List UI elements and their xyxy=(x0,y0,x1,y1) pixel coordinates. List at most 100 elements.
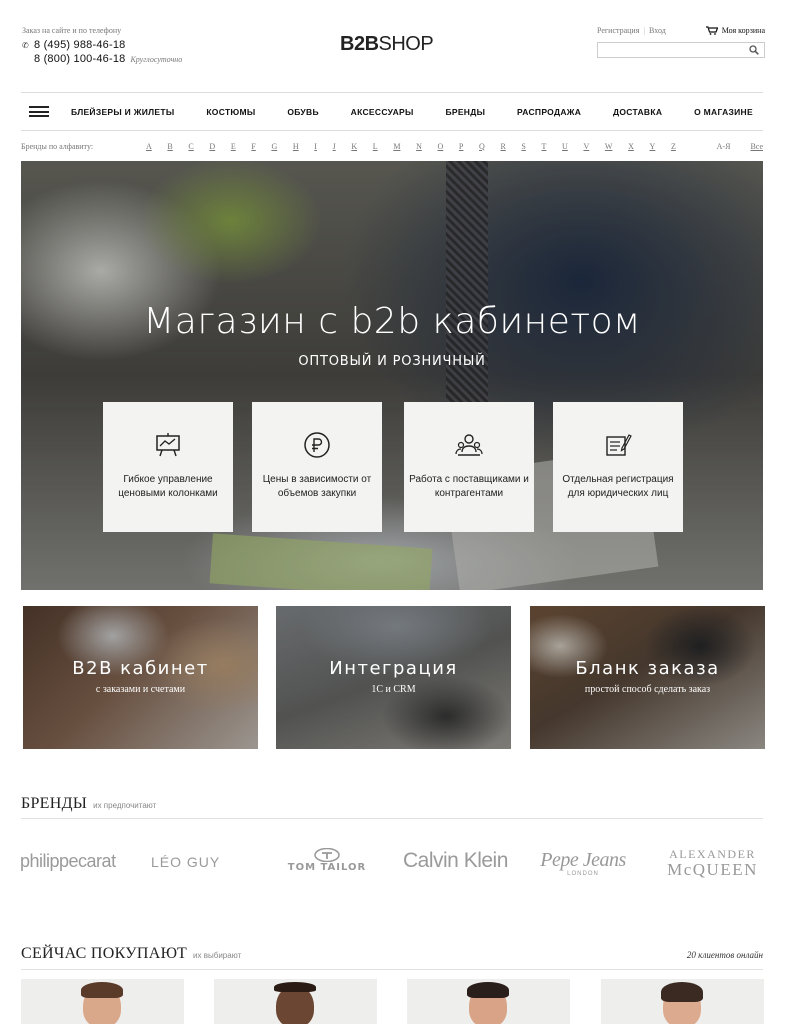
alphabet-letters: A B C D E F G H I J K L M N O P Q R S T U V W X Y Z xyxy=(146,142,676,151)
feature-card-suppliers[interactable]: Работа с поставщиками и контрагентами xyxy=(404,402,534,532)
brand-alexander-mcqueen[interactable]: ALEXANDER McQUEEN xyxy=(660,847,765,880)
alphabet-letter[interactable]: P xyxy=(459,142,463,151)
feature-text: Отдельная регистрация для юридических ли… xyxy=(562,474,674,499)
alphabet-letter[interactable]: V xyxy=(583,142,589,151)
alphabet-letter[interactable]: J xyxy=(333,142,336,151)
alphabet-letter[interactable]: G xyxy=(271,142,277,151)
buying-now-heading: СЕЙЧАС ПОКУПАЮТ их выбирают 20 клиентов … xyxy=(21,945,763,970)
feature-card-volume[interactable]: Цены в зависимости от объемов закупки xyxy=(252,402,382,532)
contact-block: Заказ на сайте и по телефону ✆ 8 (495) 9… xyxy=(22,26,182,65)
phone-row-1: ✆ 8 (495) 988-46-18 xyxy=(22,39,182,51)
alphabet-letter[interactable]: K xyxy=(351,142,357,151)
search-input[interactable] xyxy=(598,46,738,61)
tile-title: Бланк заказа xyxy=(575,658,720,679)
product-thumb[interactable] xyxy=(601,979,764,1024)
alphabet-letter[interactable]: M xyxy=(393,142,400,151)
hero-banner: Магазин с b2b кабинетом ОПТОВЫЙ И РОЗНИЧ… xyxy=(21,161,763,590)
alphabet-letter[interactable]: U xyxy=(562,142,568,151)
alphabet-letter[interactable]: Q xyxy=(479,142,485,151)
nav-item-accessories[interactable]: АКСЕССУАРЫ xyxy=(351,107,414,117)
phone-number-1[interactable]: 8 (495) 988-46-18 xyxy=(34,39,125,51)
ruble-icon xyxy=(304,432,330,458)
menu-icon[interactable] xyxy=(29,106,49,117)
tile-subtitle: с заказами и счетами xyxy=(95,684,186,695)
alphabet-letter[interactable]: C xyxy=(188,142,193,151)
cart-icon xyxy=(705,26,718,35)
alphabet-letter[interactable]: T xyxy=(542,142,547,151)
tile-title: Интеграция xyxy=(329,658,458,679)
tile-title: B2B кабинет xyxy=(72,658,209,679)
product-thumb[interactable] xyxy=(407,979,570,1024)
order-caption: Заказ на сайте и по телефону xyxy=(22,26,122,35)
register-link[interactable]: Регистрация xyxy=(597,26,639,35)
tile-integration[interactable]: Интеграция 1С и CRM xyxy=(276,606,511,749)
nav-item-delivery[interactable]: ДОСТАВКА xyxy=(613,107,662,117)
brands-heading: БРЕНДЫ их предпочитают xyxy=(21,795,763,819)
alphabet-letter[interactable]: Y xyxy=(650,142,656,151)
alphabet-letter[interactable]: W xyxy=(605,142,613,151)
feature-text: Цены в зависимости от объемов закупки xyxy=(262,474,372,499)
alphabet-letter[interactable]: R xyxy=(500,142,505,151)
online-count: 20 клиентов онлайн xyxy=(686,950,763,960)
form-pen-icon xyxy=(606,434,632,456)
alphabet-cyrillic[interactable]: А-Я xyxy=(717,142,731,151)
phone-row-2: 8 (800) 100-46-18 Круглосуточно xyxy=(22,53,182,65)
alphabet-letter[interactable]: F xyxy=(251,142,255,151)
brand-calvin-klein[interactable]: Calvin Klein xyxy=(403,849,508,873)
alphabet-letter[interactable]: N xyxy=(416,142,422,151)
section-hint: их предпочитают xyxy=(93,801,157,810)
nav-item-brands[interactable]: БРЕНДЫ xyxy=(445,107,485,117)
alphabet-letter[interactable]: E xyxy=(231,142,236,151)
nav-item-shoes[interactable]: ОБУВЬ xyxy=(287,107,319,117)
login-link[interactable]: Вход xyxy=(649,26,666,35)
section-hint: их выбирают xyxy=(193,951,242,960)
brand-pepe-jeans[interactable]: Pepe Jeans LONDON xyxy=(533,849,633,877)
alphabet-letter[interactable]: I xyxy=(314,142,317,151)
section-title: СЕЙЧАС ПОКУПАЮТ xyxy=(21,945,188,962)
brand-leo-guy[interactable]: LÉO GUY xyxy=(151,854,220,870)
alphabet-letter[interactable]: S xyxy=(521,142,525,151)
cart-label: Моя корзина xyxy=(721,26,765,35)
alphabet-all-link[interactable]: Все xyxy=(750,142,763,151)
feature-card-legal[interactable]: Отдельная регистрация для юридических ли… xyxy=(553,402,683,532)
site-logo[interactable]: B2BSHOP xyxy=(340,33,434,56)
alphabet-letter[interactable]: L xyxy=(373,142,378,151)
phone-number-2[interactable]: 8 (800) 100-46-18 xyxy=(34,53,125,65)
nav-items: БЛЕЙЗЕРЫ И ЖИЛЕТЫ КОСТЮМЫ ОБУВЬ АКСЕССУА… xyxy=(71,107,753,117)
feature-text: Гибкое управление ценовыми колонками xyxy=(118,474,218,499)
alphabet-letter[interactable]: Z xyxy=(671,142,676,151)
nav-item-suits[interactable]: КОСТЮМЫ xyxy=(206,107,255,117)
alphabet-letter[interactable]: A xyxy=(146,142,152,151)
nav-item-about[interactable]: О МАГАЗИНЕ xyxy=(694,107,753,117)
cart-link[interactable]: Моя корзина xyxy=(705,26,765,35)
tile-b2b-cabinet[interactable]: B2B кабинет с заказами и счетами xyxy=(23,606,258,749)
search-icon[interactable] xyxy=(749,45,759,55)
product-thumb[interactable] xyxy=(214,979,377,1024)
brand-alphabet: Бренды по алфавиту: A B C D E F G H I J K L M N O P Q R S T… xyxy=(21,140,763,152)
hero-title: Магазин с b2b кабинетом xyxy=(143,301,641,342)
tile-subtitle: простой способ сделать заказ xyxy=(584,684,711,695)
main-nav: БЛЕЙЗЕРЫ И ЖИЛЕТЫ КОСТЮМЫ ОБУВЬ АКСЕССУА… xyxy=(21,92,763,131)
nav-item-sale[interactable]: РАСПРОДАЖА xyxy=(517,107,581,117)
feature-card-pricing[interactable]: Гибкое управление ценовыми колонками xyxy=(103,402,233,532)
people-icon xyxy=(455,434,483,456)
auth-links: Регистрация | Вход Моя корзина xyxy=(597,26,765,35)
product-thumb[interactable] xyxy=(21,979,184,1024)
account-block: Регистрация | Вход Моя корзина xyxy=(597,26,765,61)
hero-subtitle: ОПТОВЫЙ И РОЗНИЧНЫЙ xyxy=(298,354,486,369)
tom-tailor-logo-icon xyxy=(314,848,340,862)
search-box xyxy=(597,42,765,61)
nav-item-blazers[interactable]: БЛЕЙЗЕРЫ И ЖИЛЕТЫ xyxy=(71,107,175,117)
tile-order-form[interactable]: Бланк заказа простой способ сделать зака… xyxy=(530,606,765,749)
phone-icon: ✆ xyxy=(22,41,29,50)
alphabet-letter[interactable]: B xyxy=(167,142,172,151)
section-title: БРЕНДЫ xyxy=(21,795,88,812)
alphabet-letter[interactable]: O xyxy=(438,142,444,151)
phone-note: Круглосуточно xyxy=(130,55,183,64)
alphabet-letter[interactable]: D xyxy=(209,142,215,151)
feature-text: Работа с поставщиками и контрагентами xyxy=(409,474,529,499)
brand-philippecarat[interactable]: philippecarat xyxy=(20,851,116,872)
brand-tom-tailor[interactable]: TOM TAILOR xyxy=(273,848,381,873)
alphabet-letter[interactable]: H xyxy=(293,142,299,151)
alphabet-letter[interactable]: X xyxy=(628,142,634,151)
